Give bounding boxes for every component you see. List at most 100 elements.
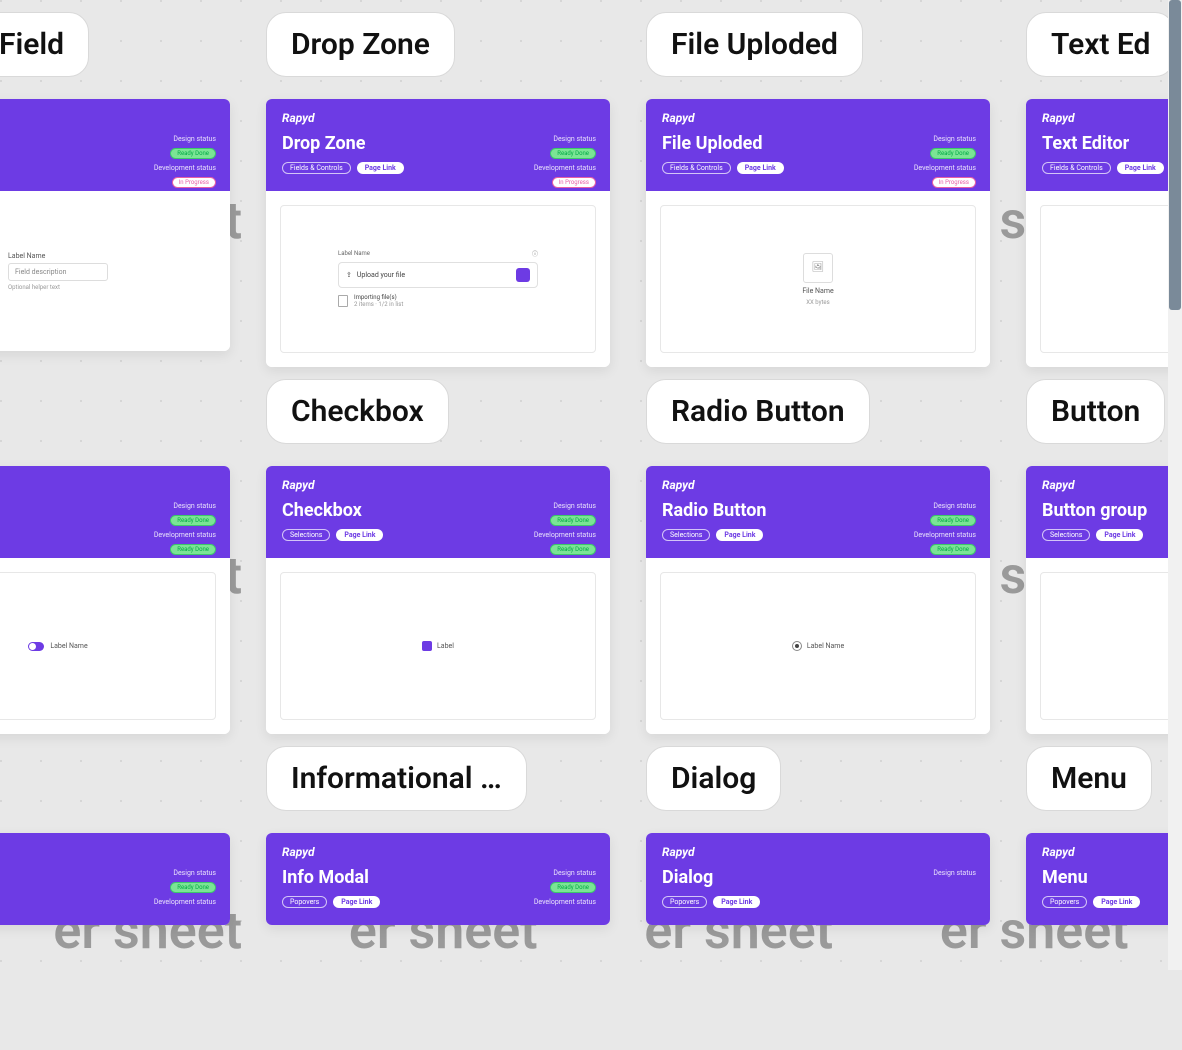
- design-status-label: Design status: [933, 869, 976, 877]
- category-pill: Popovers: [282, 896, 327, 908]
- frame-label-line-field[interactable]: e Line Field: [0, 12, 89, 77]
- dev-status-badge: In Progress: [932, 177, 976, 188]
- category-pill: Fields & Controls: [282, 162, 351, 174]
- frame-label-drop-zone[interactable]: Drop Zone: [266, 12, 455, 77]
- dev-status-label: Development status: [914, 531, 976, 539]
- toggle-label: Label Name: [50, 642, 87, 650]
- brand-label: Rapyd: [0, 478, 214, 492]
- design-status-label: Design status: [553, 135, 596, 143]
- radio-label: Label Name: [807, 642, 844, 650]
- page-link-pill[interactable]: Page Link: [1117, 162, 1164, 174]
- file-size: XX bytes: [806, 299, 829, 306]
- frame-card-dialog[interactable]: Rapyd Dialog Popovers Page Link Design s…: [646, 833, 990, 925]
- frame-label-button[interactable]: Button: [1026, 379, 1165, 444]
- checkbox-control[interactable]: Label: [422, 641, 454, 651]
- dz-label: Label Name: [338, 250, 370, 257]
- file-name: Importing file(s): [354, 294, 403, 301]
- frame-card-line-field[interactable]: Rapyd e Field Design status Ready Done D…: [0, 99, 230, 351]
- design-status-badge: Ready Done: [550, 515, 596, 526]
- design-status-label: Design status: [173, 135, 216, 143]
- frame-grid[interactable]: e Line Field Rapyd e Field Design status…: [0, 0, 1182, 925]
- page-link-pill[interactable]: Page Link: [336, 529, 383, 541]
- page-link-pill[interactable]: Page Link: [333, 896, 380, 908]
- design-status-badge: Ready Done: [170, 882, 216, 893]
- checkbox-icon[interactable]: [422, 641, 432, 651]
- upload-icon: ⇪: [346, 271, 352, 279]
- field-label: Label Name: [8, 252, 45, 260]
- frame-card-info-modal[interactable]: Rapyd Info Modal Popovers Page Link Desi…: [266, 833, 610, 925]
- frame-card-text-editor[interactable]: Rapyd Text Editor Fields & Controls Page…: [1026, 99, 1182, 367]
- text-input[interactable]: Field description: [8, 263, 108, 281]
- dev-status-label: Development status: [534, 898, 596, 906]
- card-title: Text Editor: [1042, 133, 1182, 154]
- frame-card-toggle[interactable]: Rapyd Design status Ready Done Developme…: [0, 466, 230, 734]
- page-link-pill[interactable]: Page Link: [716, 529, 763, 541]
- design-status-label: Design status: [173, 869, 216, 877]
- dev-status-badge: In Progress: [172, 177, 216, 188]
- design-status-badge: Ready Done: [170, 148, 216, 159]
- frame-card-drop-zone[interactable]: Rapyd Drop Zone Fields & Controls Page L…: [266, 99, 610, 367]
- brand-label: Rapyd: [282, 845, 594, 859]
- dev-status-label: Development status: [154, 531, 216, 539]
- design-status-badge: Ready Done: [170, 515, 216, 526]
- design-status-badge: Ready Done: [930, 148, 976, 159]
- dev-status-label: Development status: [914, 164, 976, 172]
- brand-label: Rapyd: [0, 111, 214, 125]
- frame-card-radio[interactable]: Rapyd Radio Button Selections Page Link …: [646, 466, 990, 734]
- page-link-pill[interactable]: Page Link: [357, 162, 404, 174]
- category-pill: Fields & Controls: [662, 162, 731, 174]
- design-status-badge: Ready Done: [930, 515, 976, 526]
- frame-label-info-modal[interactable]: Informational …: [266, 746, 527, 811]
- brand-label: Rapyd: [662, 478, 974, 492]
- dev-status-label: Development status: [154, 898, 216, 906]
- frame-card-modal[interactable]: Rapyd Design status Ready Done Developme…: [0, 833, 230, 925]
- file-row: Importing file(s) 2 items · 1/2 in list: [338, 292, 538, 310]
- upload-row[interactable]: ⇪ Upload your file: [338, 262, 538, 288]
- page-link-pill[interactable]: Page Link: [713, 896, 760, 908]
- page-link-pill[interactable]: Page Link: [1096, 529, 1143, 541]
- card-title: Button group: [1042, 500, 1182, 521]
- frame-label-checkbox[interactable]: Checkbox: [266, 379, 449, 444]
- category-pill: Selections: [282, 529, 330, 541]
- design-status-label: Design status: [553, 869, 596, 877]
- frame-label-menu[interactable]: Menu: [1026, 746, 1152, 811]
- radio-icon[interactable]: [792, 641, 802, 651]
- toggle-control[interactable]: Label Name: [28, 642, 87, 651]
- info-icon: ⓘ: [532, 249, 538, 258]
- card-title: Dialog: [662, 867, 974, 888]
- helper-text: Optional helper text: [8, 284, 60, 291]
- frame-label-file-uploaded[interactable]: File Uploded: [646, 12, 863, 77]
- frame-label-text-editor[interactable]: Text Ed: [1026, 12, 1175, 77]
- vertical-scrollbar[interactable]: [1168, 0, 1182, 970]
- design-status-label: Design status: [553, 502, 596, 510]
- file-icon: [338, 295, 348, 307]
- category-pill: Fields & Controls: [1042, 162, 1111, 174]
- category-pill: Popovers: [662, 896, 707, 908]
- toggle-icon[interactable]: [28, 642, 44, 651]
- file-meta: 2 items · 1/2 in list: [354, 301, 403, 308]
- frame-card-file-uploaded[interactable]: Rapyd File Uploded Fields & Controls Pag…: [646, 99, 990, 367]
- dev-status-label: Development status: [534, 531, 596, 539]
- upload-text: Upload your file: [357, 271, 405, 279]
- frame-label-dialog[interactable]: Dialog: [646, 746, 781, 811]
- design-status-badge: Ready Done: [550, 148, 596, 159]
- dev-status-badge: In Progress: [552, 177, 596, 188]
- category-pill: Selections: [662, 529, 710, 541]
- radio-control[interactable]: Label Name: [792, 641, 844, 651]
- frame-card-checkbox[interactable]: Rapyd Checkbox Selections Page Link Desi…: [266, 466, 610, 734]
- design-status-label: Design status: [933, 502, 976, 510]
- brand-label: Rapyd: [0, 845, 214, 859]
- brand-label: Rapyd: [1042, 845, 1182, 859]
- frame-label-radio[interactable]: Radio Button: [646, 379, 870, 444]
- page-link-pill[interactable]: Page Link: [1093, 896, 1140, 908]
- uploaded-file[interactable]: 🖼 File Name XX bytes: [788, 253, 848, 306]
- frame-card-menu[interactable]: Rapyd Menu Popovers Page Link Design sta…: [1026, 833, 1182, 925]
- upload-button[interactable]: [516, 268, 530, 282]
- design-status-badge: Ready Done: [550, 882, 596, 893]
- dev-status-label: Development status: [534, 164, 596, 172]
- frame-card-button-group[interactable]: Rapyd Button group Selections Page Link …: [1026, 466, 1182, 734]
- page-link-pill[interactable]: Page Link: [737, 162, 784, 174]
- design-canvas[interactable]: er sheet er sheet er sheet er sheet er s…: [0, 0, 1182, 970]
- brand-label: Rapyd: [282, 111, 594, 125]
- dev-status-badge: Ready Done: [930, 544, 976, 555]
